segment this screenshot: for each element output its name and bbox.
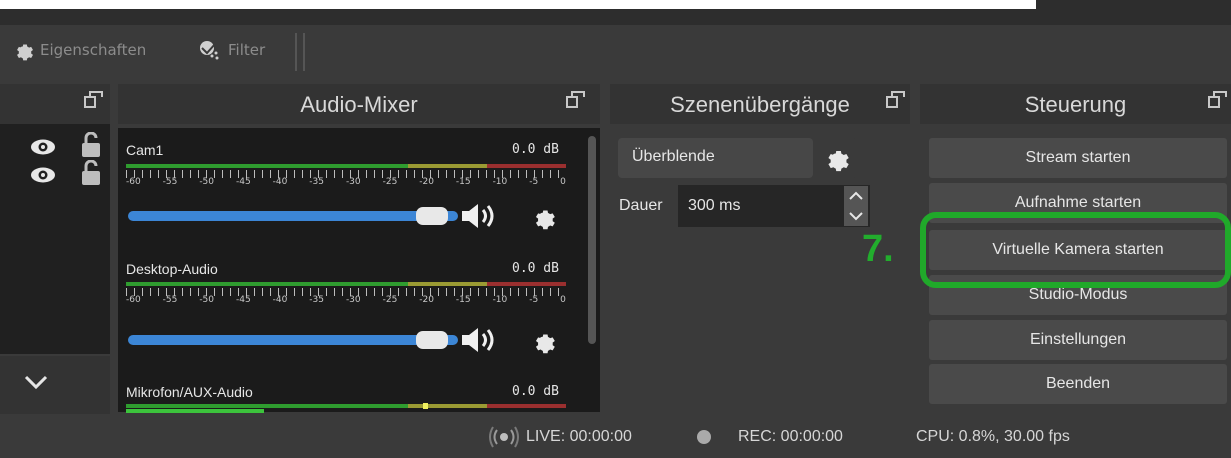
settings-button[interactable]: Einstellungen — [929, 320, 1227, 360]
transition-select-value: Überblende — [632, 148, 715, 165]
volume-meter — [126, 164, 566, 168]
undock-icon[interactable] — [1208, 91, 1227, 108]
channel-level: 0.0 dB — [512, 142, 559, 157]
cpu-usage: CPU: 0.8%, 30.00 fps — [916, 428, 1070, 445]
unlock-icon[interactable] — [80, 160, 102, 186]
properties-label: Eigenschaften — [40, 41, 147, 59]
channel-name: Cam1 — [126, 142, 164, 158]
channel-level: 0.0 dB — [512, 261, 559, 276]
filter-button[interactable]: Filter — [196, 37, 265, 63]
filter-label: Filter — [228, 41, 266, 59]
gear-icon[interactable] — [530, 204, 556, 230]
sources-list — [0, 124, 110, 354]
volume-meter — [126, 404, 566, 408]
audio-mixer-panel: Cam1 0.0 dB -60 -55 -50 -45 -40 -35 -30 -25 -20-… — [118, 128, 600, 413]
chevron-down-icon — [849, 212, 863, 221]
speaker-icon[interactable] — [460, 326, 498, 354]
chevron-down-icon[interactable] — [24, 374, 48, 390]
duration-input[interactable]: 300 ms — [678, 185, 870, 227]
undock-icon[interactable] — [886, 91, 905, 108]
exit-button[interactable]: Beenden — [929, 364, 1227, 404]
source-toolbar: Eigenschaften Filter — [0, 25, 1231, 75]
channel-name: Mikrofon/AUX-Audio — [126, 384, 253, 400]
eye-icon[interactable] — [30, 166, 56, 184]
eye-icon[interactable] — [30, 138, 56, 156]
sources-footer — [0, 356, 110, 414]
top-window-strip — [0, 0, 1036, 9]
controls-title: Steuerung — [1024, 92, 1127, 117]
duration-label: Dauer — [619, 197, 663, 214]
meter-scale: -60 -55 -50 -45 -40 -35 -30 -25 -20 -15 -10 -5 0 — [126, 170, 566, 190]
channel-name: Desktop-Audio — [126, 261, 218, 277]
properties-button[interactable]: Eigenschaften — [12, 37, 146, 63]
filter-icon — [200, 41, 219, 60]
meter-scale: -60 -55 -50 -45 -40 -35 -30 -25 -20 -15 -10 -5 0 — [126, 288, 566, 308]
transitions-title: Szenenübergänge — [670, 92, 850, 117]
transition-select[interactable]: Überblende — [618, 138, 833, 178]
peak-indicator — [423, 403, 428, 409]
controls-header: Steuerung — [920, 84, 1231, 124]
volume-slider-handle[interactable] — [416, 207, 448, 225]
channel-level: 0.0 dB — [512, 384, 559, 399]
rec-timer: REC: 00:00:00 — [738, 428, 843, 445]
audio-mixer-header: Audio-Mixer — [118, 84, 600, 124]
transitions-header: Szenenübergänge — [610, 84, 910, 124]
step-number: 7. — [862, 228, 894, 270]
record-indicator-icon — [697, 430, 711, 444]
volume-slider[interactable] — [128, 211, 458, 221]
top-tab-area — [1036, 0, 1231, 9]
gear-icon — [17, 44, 33, 61]
gear-icon[interactable] — [822, 144, 850, 172]
volume-level-bar — [126, 409, 264, 413]
sources-panel-header — [0, 84, 110, 124]
duration-value: 300 ms — [688, 197, 741, 214]
undock-icon[interactable] — [84, 91, 103, 108]
live-broadcast-icon — [489, 426, 519, 448]
volume-meter — [126, 282, 566, 286]
toolbar-separator — [295, 33, 305, 71]
top-dark-strip — [0, 9, 1231, 25]
speaker-icon[interactable] — [460, 202, 498, 230]
live-timer: LIVE: 00:00:00 — [526, 428, 632, 445]
duration-decrement[interactable] — [844, 206, 868, 226]
duration-increment[interactable] — [844, 186, 868, 206]
unlock-icon[interactable] — [80, 132, 102, 158]
volume-slider-handle[interactable] — [416, 331, 448, 349]
start-stream-button[interactable]: Stream starten — [929, 138, 1227, 178]
undock-icon[interactable] — [566, 91, 585, 108]
volume-slider[interactable] — [128, 335, 458, 345]
transition-settings[interactable] — [813, 138, 857, 178]
audio-mixer-title: Audio-Mixer — [300, 92, 418, 117]
highlight-box — [920, 212, 1231, 288]
chevron-up-icon — [849, 191, 863, 200]
gear-icon[interactable] — [530, 328, 556, 354]
status-bar: LIVE: 00:00:00 REC: 00:00:00 CPU: 0.8%, … — [0, 414, 1231, 458]
mixer-scrollbar[interactable] — [588, 136, 596, 344]
